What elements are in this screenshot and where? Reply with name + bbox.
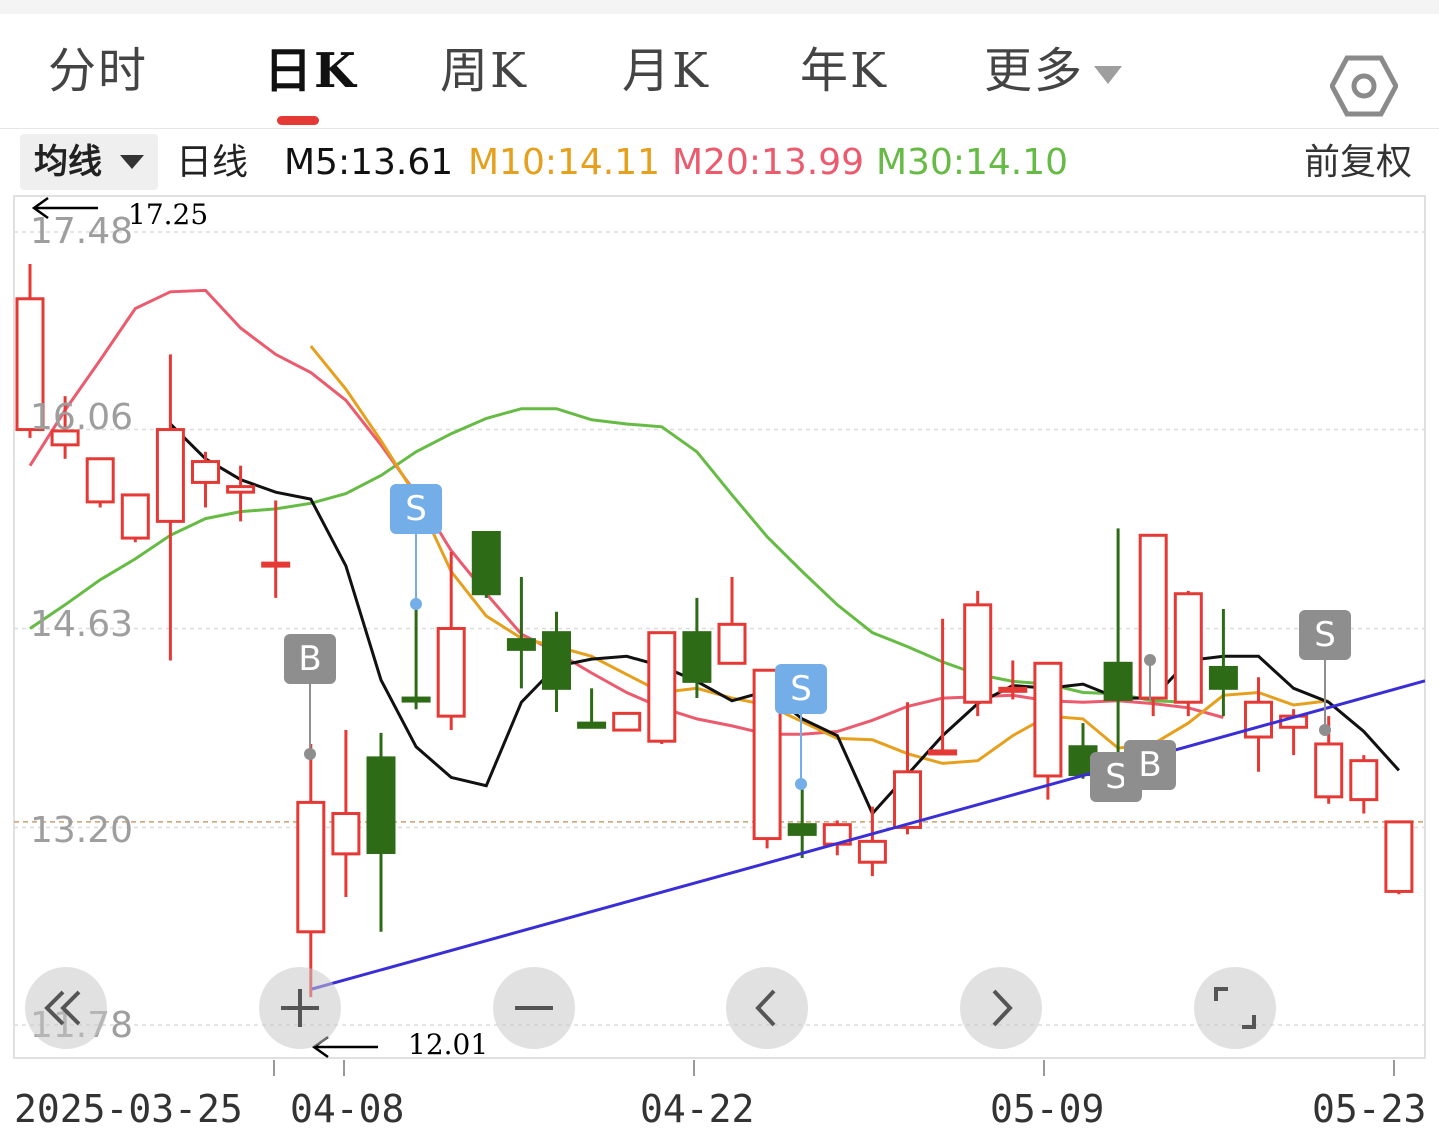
candle-body (857, 839, 887, 864)
zoom-in-button[interactable] (259, 967, 341, 1049)
x-tick-label: 2025-03-25 (14, 1087, 243, 1131)
candle-body (1314, 742, 1344, 799)
y-tick-label: 14.63 (30, 604, 134, 645)
signal-pin-dot (410, 598, 422, 610)
plus-icon (281, 989, 319, 1027)
chevron-left-icon (755, 989, 776, 1027)
candle-body (998, 686, 1028, 693)
candle-body (1244, 700, 1273, 739)
ma5-line (169, 422, 1401, 817)
candle-body (191, 460, 220, 484)
sell-signal-marker[interactable]: S (775, 664, 827, 714)
y-tick-label: 17.48 (30, 211, 134, 252)
chevron-right-icon (992, 989, 1013, 1027)
candle-body (928, 749, 958, 756)
high-price-annotation: 17.25 (128, 198, 209, 231)
candle-body (647, 631, 677, 743)
candle-body (542, 631, 571, 690)
zoom-out-button[interactable] (493, 967, 575, 1049)
candle-body (506, 638, 536, 651)
buy-signal-marker[interactable]: B (284, 634, 336, 684)
candle-body (1103, 661, 1133, 701)
signal-pin-dot (1319, 724, 1331, 736)
x-tick-label: 04-08 (290, 1087, 405, 1131)
minus-icon (515, 1006, 553, 1010)
candle-body (1208, 665, 1238, 690)
candle-body (717, 622, 747, 665)
candle-body (366, 756, 396, 854)
candle-body (1033, 661, 1063, 778)
sell-signal-marker[interactable]: S (390, 484, 442, 534)
double-chevron-left-icon (44, 990, 81, 1026)
signal-pin-dot (795, 778, 807, 790)
fullscreen-button[interactable] (1194, 967, 1276, 1049)
sell-signal-marker[interactable]: S (1299, 610, 1351, 660)
candle-body (1173, 592, 1203, 704)
candle-body (261, 561, 291, 568)
candle-body (226, 485, 256, 494)
x-tick-label: 05-23 (1312, 1087, 1427, 1131)
candle-body (85, 457, 115, 504)
candle-body (682, 631, 712, 683)
candle-body (1138, 533, 1168, 700)
scroll-left-fast-button[interactable] (25, 967, 107, 1049)
candle-body (1384, 820, 1414, 893)
low-price-annotation: 12.01 (408, 1028, 489, 1061)
candle-body (331, 812, 361, 856)
x-tick-label: 04-22 (640, 1087, 755, 1131)
candle-body (612, 711, 642, 732)
trend-line (311, 679, 1426, 991)
candle-body (155, 428, 185, 523)
candle-body (1349, 759, 1379, 802)
signal-pin-dot (1144, 654, 1156, 666)
candle-body (436, 627, 466, 718)
candle-body (787, 823, 817, 836)
buy-signal-marker[interactable]: B (1124, 740, 1176, 790)
y-tick-label: 13.20 (30, 810, 134, 851)
x-tick-label: 05-09 (990, 1087, 1105, 1131)
prev-button[interactable] (726, 967, 808, 1049)
candle-body (893, 770, 922, 829)
signal-pin-dot (304, 748, 316, 760)
candle-body (471, 531, 501, 596)
fullscreen-icon (1214, 987, 1256, 1029)
candle-body (120, 493, 150, 540)
candle-body (296, 800, 326, 934)
y-tick-label: 16.06 (30, 397, 134, 438)
next-button[interactable] (960, 967, 1042, 1049)
candle-body (577, 721, 607, 729)
candle-body (401, 696, 431, 703)
candle-body (963, 603, 993, 704)
